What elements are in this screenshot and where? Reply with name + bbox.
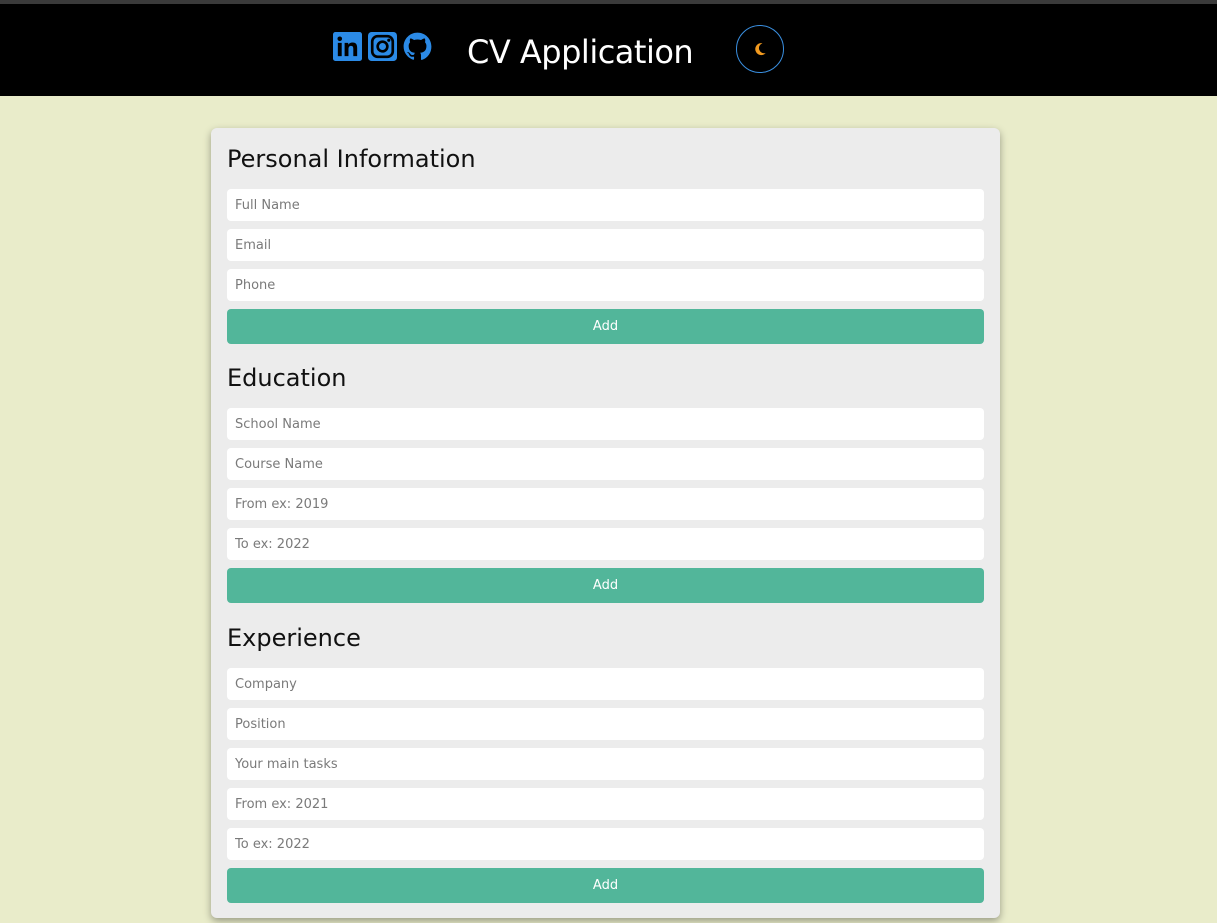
instagram-icon[interactable]	[368, 32, 397, 61]
school-name-input[interactable]	[227, 408, 984, 440]
personal-info-title: Personal Information	[227, 145, 476, 173]
experience-title: Experience	[227, 624, 361, 652]
github-icon[interactable]	[403, 32, 432, 61]
app-header: CV Application	[0, 4, 1217, 96]
linkedin-icon[interactable]	[333, 32, 362, 61]
theme-toggle-button[interactable]	[736, 25, 784, 73]
moon-icon	[755, 43, 766, 56]
main-tasks-input[interactable]	[227, 748, 984, 780]
email-input[interactable]	[227, 229, 984, 261]
company-input[interactable]	[227, 668, 984, 700]
course-name-input[interactable]	[227, 448, 984, 480]
education-add-button[interactable]: Add	[227, 568, 984, 603]
experience-from-input[interactable]	[227, 788, 984, 820]
experience-add-button[interactable]: Add	[227, 868, 984, 903]
cv-form-card: Personal Information Add Education Add E…	[211, 128, 1000, 918]
full-name-input[interactable]	[227, 189, 984, 221]
phone-input[interactable]	[227, 269, 984, 301]
education-from-input[interactable]	[227, 488, 984, 520]
experience-to-input[interactable]	[227, 828, 984, 860]
app-title: CV Application	[467, 33, 694, 71]
social-links	[333, 32, 432, 61]
education-title: Education	[227, 364, 347, 392]
position-input[interactable]	[227, 708, 984, 740]
education-to-input[interactable]	[227, 528, 984, 560]
personal-add-button[interactable]: Add	[227, 309, 984, 344]
